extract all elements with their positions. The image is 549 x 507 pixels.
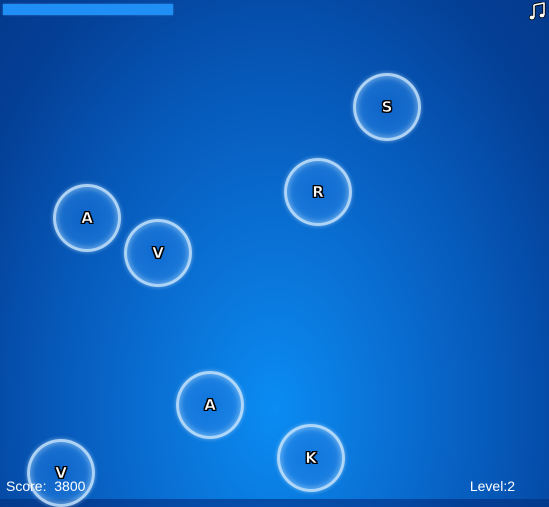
letter-bubble-v[interactable]: V (124, 219, 192, 287)
music-toggle-button[interactable] (527, 1, 547, 23)
bubble-letter: A (204, 396, 216, 415)
game-area[interactable]: S R A V A K V Score: 3800 Level:2 (0, 0, 549, 507)
bubble-letter: S (381, 98, 393, 117)
score-value: 3800 (54, 478, 86, 494)
letter-bubble-a[interactable]: A (176, 371, 244, 439)
level-display: Level:2 (470, 478, 515, 494)
score-display: Score: 3800 (6, 478, 85, 494)
letter-bubble-s[interactable]: S (353, 73, 421, 141)
bubble-letter: V (152, 244, 164, 263)
level-value: 2 (507, 478, 515, 494)
letter-bubble-a[interactable]: A (53, 184, 121, 252)
letter-bubble-v[interactable]: V (27, 439, 95, 507)
music-note-icon (528, 2, 546, 21)
score-label: Score: (6, 478, 47, 494)
bubble-letter: K (305, 449, 317, 468)
level-label: Level: (469, 478, 508, 494)
letter-bubble-r[interactable]: R (284, 158, 352, 226)
time-progress-fill (3, 4, 173, 15)
time-progress-bar (3, 4, 173, 15)
bubble-letter: R (312, 183, 324, 202)
bubble-letter: A (81, 209, 93, 228)
letter-bubble-k[interactable]: K (277, 424, 345, 492)
